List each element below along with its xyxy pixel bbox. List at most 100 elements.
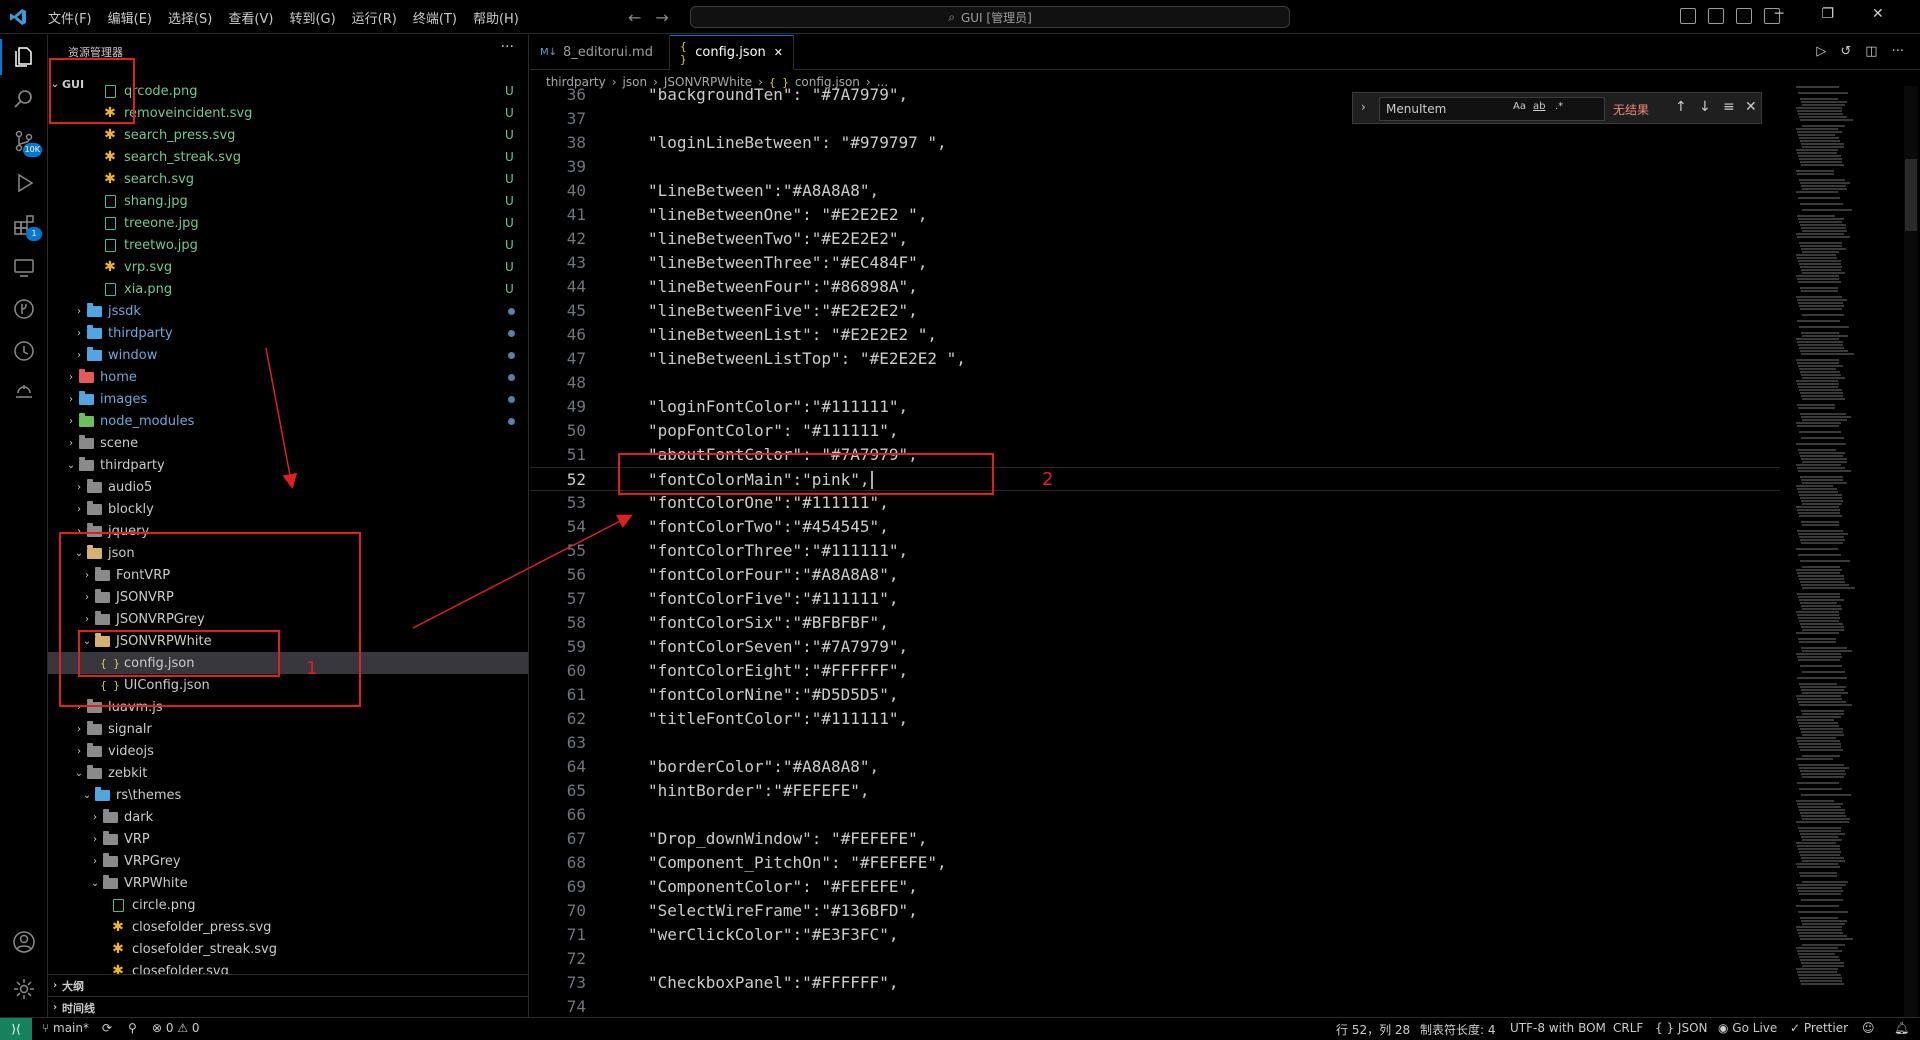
previous-match-icon[interactable]: ↑ [1675, 99, 1687, 115]
tree-file[interactable]: circle.png [48, 894, 528, 916]
toggle-panel-icon[interactable] [1708, 8, 1724, 24]
code-line[interactable]: 54 "fontColorTwo":"#454545", [530, 515, 1780, 539]
explorer-icon[interactable] [0, 39, 36, 75]
tree-folder[interactable]: › dark [48, 806, 528, 828]
go-live-button[interactable]: ◉ Go Live [1718, 1021, 1777, 1035]
launch-icon[interactable]: ⚲ [128, 1021, 137, 1035]
code-line[interactable]: 53 "fontColorOne":"#111111", [530, 491, 1780, 515]
source-control-icon[interactable]: 10K [12, 129, 42, 157]
back-arrow-icon[interactable]: ← [628, 8, 641, 27]
minimize-icon[interactable]: ─ [1775, 6, 1783, 22]
tree-folder[interactable]: › thirdparty [48, 322, 528, 344]
tree-folder[interactable]: › FontVRP [48, 564, 528, 586]
prettier-status[interactable]: ✓ Prettier [1790, 1021, 1848, 1035]
code-line[interactable]: 44 "lineBetweenFour":"#86898A", [530, 275, 1780, 299]
tree-file[interactable]: ✱ closefolder_press.svg [48, 916, 528, 938]
language-mode[interactable]: { } JSON [1655, 1021, 1707, 1035]
end-of-line[interactable]: CRLF [1613, 1021, 1643, 1035]
menu-help[interactable]: 帮助(H) [465, 8, 527, 27]
tree-folder[interactable]: › blockly [48, 498, 528, 520]
tree-folder[interactable]: ⌄ rs\themes [48, 784, 528, 806]
code-line[interactable]: 65 "hintBorder":"#FEFEFE", [530, 779, 1780, 803]
menu-terminal[interactable]: 终端(T) [405, 8, 465, 27]
tree-file[interactable]: ✱ search_streak.svg U [48, 146, 528, 168]
code-line[interactable]: 69 "ComponentColor": "#FEFEFE", [530, 875, 1780, 899]
tree-folder[interactable]: › node_modules [48, 410, 528, 432]
tree-folder[interactable]: ⌄ json [48, 542, 528, 564]
code-line[interactable]: 40 "LineBetween":"#A8A8A8", [530, 179, 1780, 203]
tree-file[interactable]: { } UIConfig.json [48, 674, 528, 696]
tree-folder[interactable]: › videojs [48, 740, 528, 762]
code-line[interactable]: 61 "fontColorNine":"#D5D5D5", [530, 683, 1780, 707]
find-input[interactable]: MenuItem [1379, 97, 1605, 121]
code-line[interactable]: 72 [530, 947, 1780, 971]
code-line[interactable]: 55 "fontColorThree":"#111111", [530, 539, 1780, 563]
toggle-sidebar-icon[interactable] [1680, 8, 1696, 24]
tree-file[interactable]: xia.png U [48, 278, 528, 300]
extensions-icon[interactable]: 1 [12, 213, 42, 241]
git-branch[interactable]: ⑂ main* [42, 1021, 89, 1035]
command-center-search[interactable]: ⌕ GUI [管理员] [690, 6, 1290, 28]
close-find-icon[interactable]: ✕ [1745, 99, 1757, 115]
forward-arrow-icon[interactable]: → [655, 8, 668, 27]
menu-view[interactable]: 查看(V) [220, 8, 281, 27]
whole-word-icon[interactable]: ab [1533, 101, 1545, 112]
code-line[interactable]: 73 "CheckboxPanel":"#FFFFFF", [530, 971, 1780, 995]
live-share-icon[interactable] [12, 381, 36, 405]
more-actions-icon[interactable]: ··· [1892, 44, 1904, 59]
code-line[interactable]: 71 "werClickColor":"#E3F3FC", [530, 923, 1780, 947]
code-line[interactable]: 41 "lineBetweenOne": "#E2E2E2 ", [530, 203, 1780, 227]
remote-indicator-icon[interactable]: ⟩⟨ [0, 1018, 32, 1040]
toggle-secondary-sidebar-icon[interactable] [1736, 8, 1752, 24]
notifications-bell-icon[interactable]: 🔔︎ [1894, 1021, 1909, 1035]
scrollbar-thumb[interactable] [1905, 159, 1917, 231]
tab-config-json[interactable]: { } config.json ✕ [670, 35, 794, 70]
account-icon[interactable] [12, 930, 36, 954]
current-code-line[interactable]: 52 "fontColorMain":"pink", [530, 467, 1780, 491]
tree-folder[interactable]: › JSONVRP [48, 586, 528, 608]
indentation[interactable]: 制表符长度: 4 [1420, 1021, 1496, 1038]
tree-folder[interactable]: › window [48, 344, 528, 366]
tree-file[interactable]: treetwo.jpg U [48, 234, 528, 256]
toggle-replace-icon[interactable]: › [1361, 100, 1366, 114]
code-line[interactable]: 68 "Component_PitchOn": "#FEFEFE", [530, 851, 1780, 875]
regex-icon[interactable]: .* [1555, 101, 1563, 112]
tree-folder[interactable]: › jquery [48, 520, 528, 542]
minimap[interactable] [1792, 86, 1902, 1017]
encoding[interactable]: UTF-8 with BOM [1510, 1021, 1606, 1035]
run-debug-icon[interactable] [12, 171, 36, 195]
tree-folder[interactable]: › audio5 [48, 476, 528, 498]
tree-file[interactable]: ✱ removeincident.svg U [48, 102, 528, 124]
git-history-icon[interactable] [12, 339, 36, 363]
code-line[interactable]: 50 "popFontColor": "#111111", [530, 419, 1780, 443]
code-line[interactable]: 38 "loginLineBetween": "#979797 ", [530, 131, 1780, 155]
code-line[interactable]: 56 "fontColorFour":"#A8A8A8", [530, 563, 1780, 587]
tree-folder[interactable]: ⌄ thirdparty [48, 454, 528, 476]
code-line[interactable]: 57 "fontColorFive":"#111111", [530, 587, 1780, 611]
code-line[interactable]: 70 "SelectWireFrame":"#136BFD", [530, 899, 1780, 923]
tree-folder[interactable]: › luavm.js [48, 696, 528, 718]
split-editor-icon[interactable]: ◫ [1865, 44, 1877, 59]
outline-section[interactable]: › 大纲 [48, 974, 528, 996]
tree-file[interactable]: ✱ search_press.svg U [48, 124, 528, 146]
tree-file[interactable]: ✱ closefolder_streak.svg [48, 938, 528, 960]
next-match-icon[interactable]: ↓ [1699, 99, 1711, 115]
close-window-icon[interactable]: ✕ [1872, 6, 1884, 22]
problems-indicator[interactable]: ⊗ 0 ⚠ 0 [152, 1021, 200, 1035]
code-line[interactable]: 51 "aboutFontColor": "#7A7979", [530, 443, 1780, 467]
code-line[interactable]: 48 [530, 371, 1780, 395]
code-line[interactable]: 45 "lineBetweenFive":"#E2E2E2", [530, 299, 1780, 323]
code-line[interactable]: 60 "fontColorEight":"#FFFFFF", [530, 659, 1780, 683]
remote-explorer-icon[interactable] [12, 255, 36, 279]
code-line[interactable]: 42 "lineBetweenTwo":"#E2E2E2", [530, 227, 1780, 251]
code-editor[interactable]: 36 "backgroundTen": "#7A7979", 37 38 "loginL… [530, 86, 1780, 1017]
tree-folder[interactable]: › scene [48, 432, 528, 454]
find-in-selection-icon[interactable]: ≡ [1723, 99, 1735, 115]
code-line[interactable]: 58 "fontColorSix":"#BFBFBF", [530, 611, 1780, 635]
cursor-position[interactable]: 行 52，列 28 [1336, 1021, 1410, 1038]
tree-folder[interactable]: › VRPGrey [48, 850, 528, 872]
close-tab-icon[interactable]: ✕ [774, 46, 783, 59]
tree-folder[interactable]: › JSONVRPGrey [48, 608, 528, 630]
menu-run[interactable]: 运行(R) [344, 8, 405, 27]
search-icon[interactable] [12, 87, 36, 111]
